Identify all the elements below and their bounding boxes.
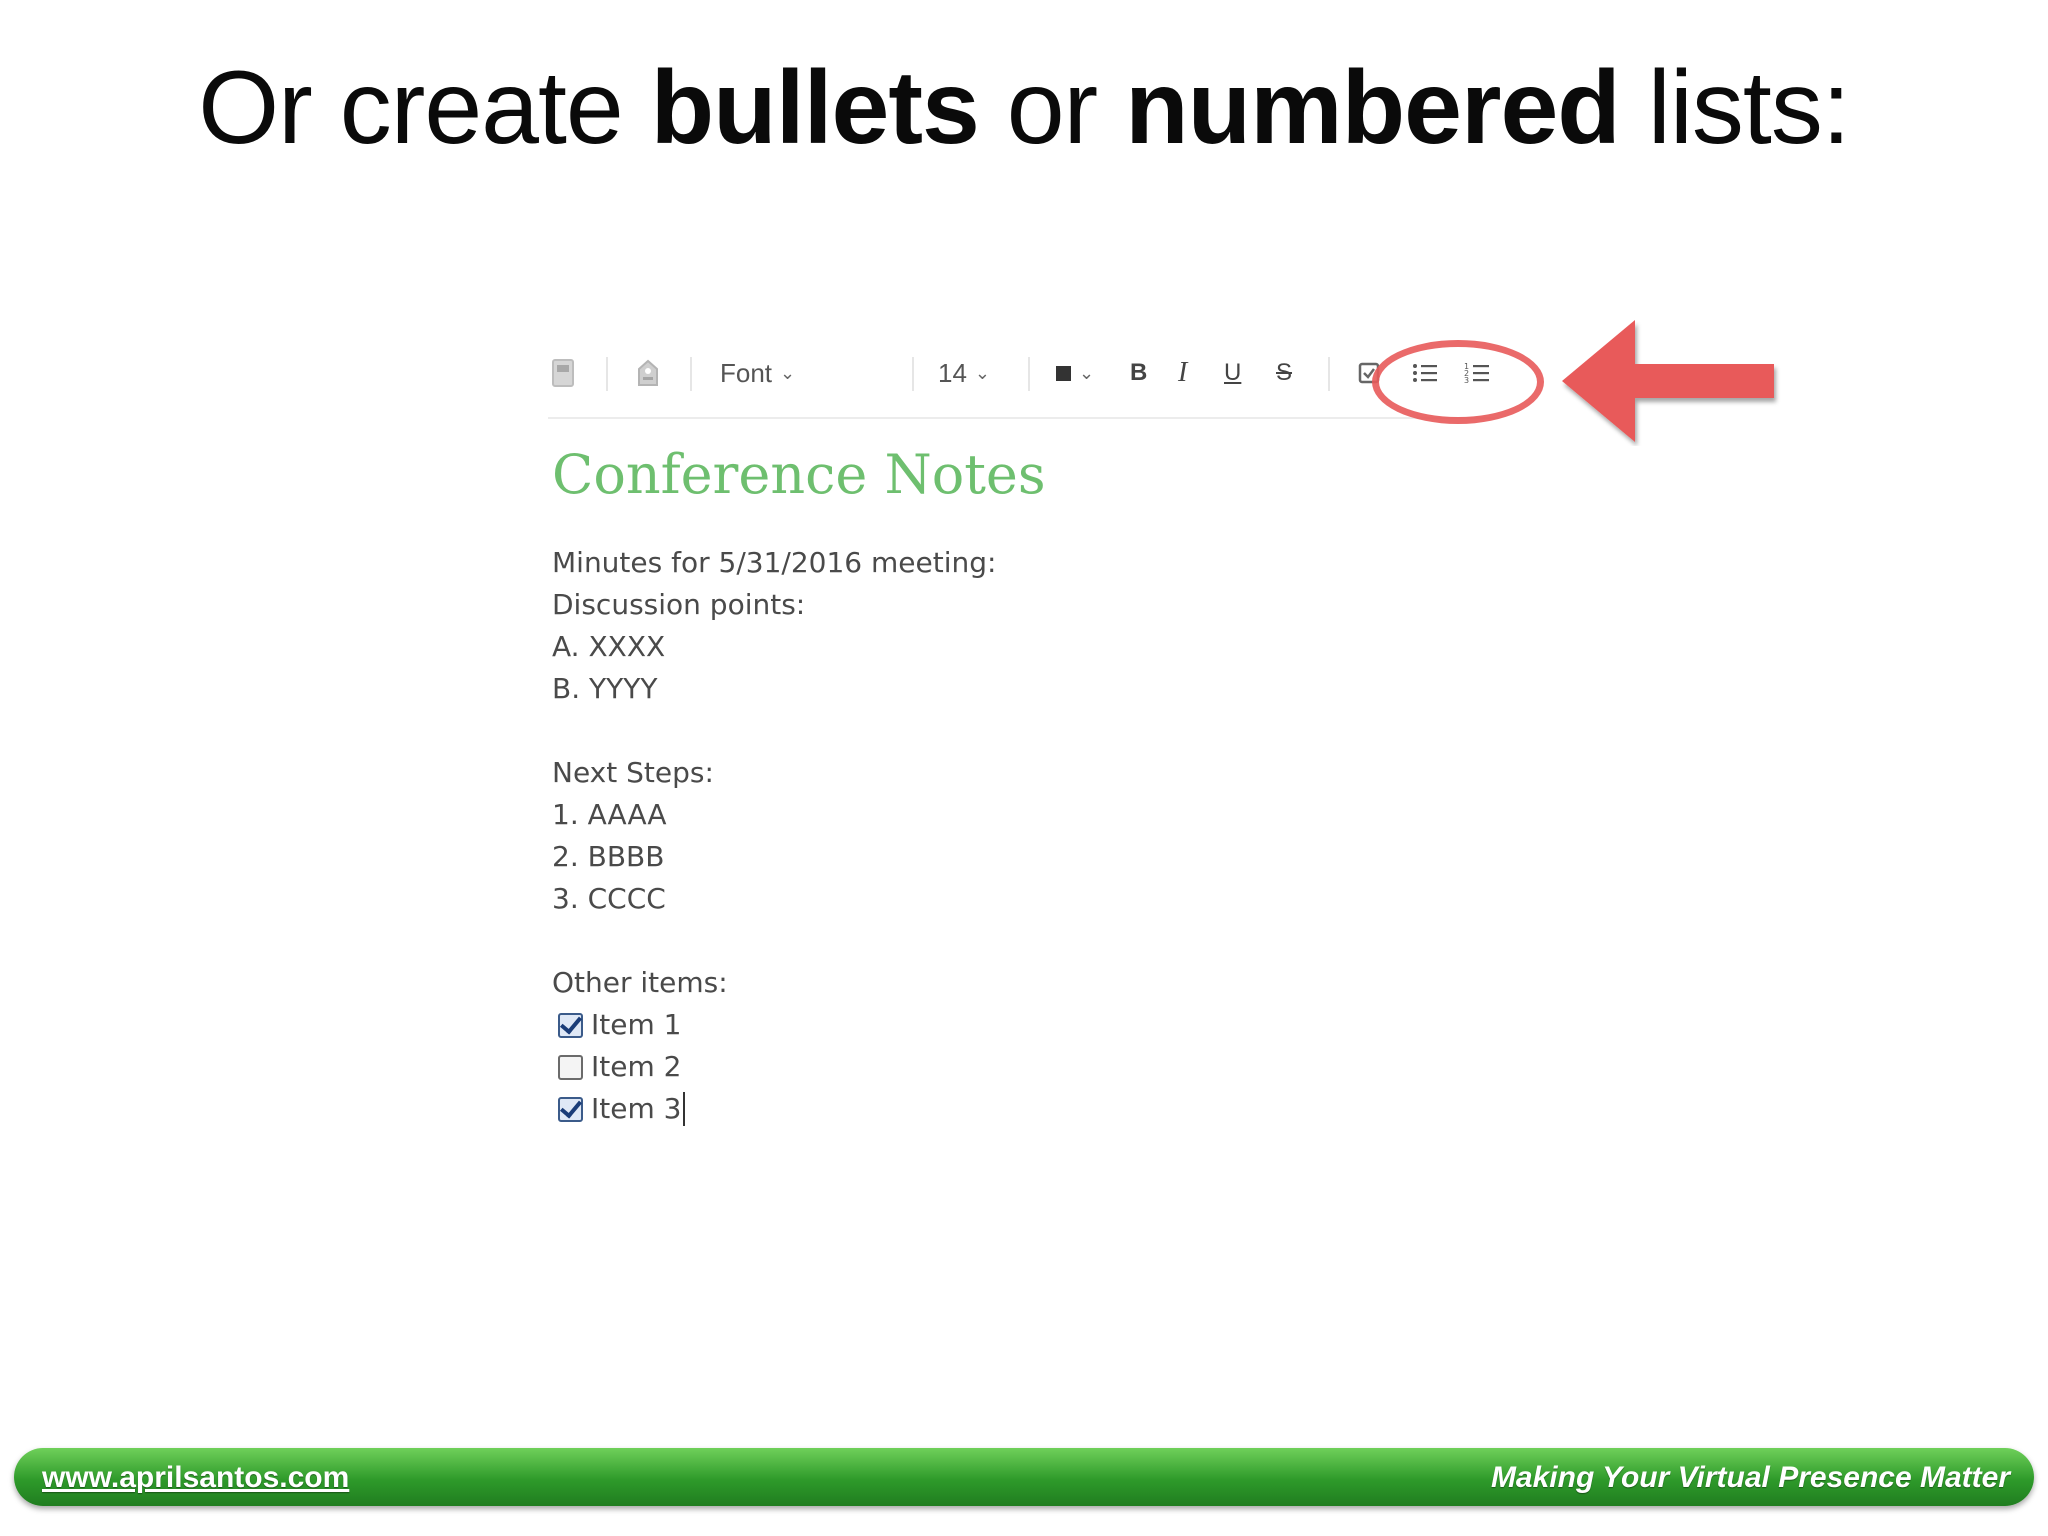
checkbox-1[interactable]	[558, 1012, 583, 1038]
website-link[interactable]: www.aprilsantos.com	[42, 1461, 349, 1495]
note-title[interactable]: Conference Notes	[552, 443, 1046, 506]
italic-label: I	[1178, 357, 1188, 388]
note-line: Next Steps:	[552, 756, 714, 789]
footer-tagline: Making Your Virtual Presence Matter	[1490, 1461, 2010, 1494]
editor-toolbar: Font ⌄ 14 ⌄ ⌄ B I U S 1 2 3	[548, 335, 1498, 419]
note-line: Minutes for 5/31/2016 meeting:	[552, 546, 997, 579]
note-body[interactable]: Minutes for 5/31/2016 meeting: Discussio…	[552, 542, 996, 1130]
slide-title: Or create bullets or numbered lists:	[0, 48, 2048, 168]
note-icon[interactable]	[552, 353, 574, 393]
checkbox-2[interactable]	[558, 1054, 583, 1080]
checklist-label: Item 1	[591, 1008, 682, 1041]
title-bold-numbered: numbered	[1125, 50, 1621, 166]
chevron-down-icon: ⌄	[1079, 362, 1095, 383]
italic-button[interactable]: I	[1178, 353, 1187, 393]
chevron-down-icon: ⌄	[780, 362, 796, 383]
toolbar-divider	[1028, 357, 1030, 391]
font-label: Font	[720, 357, 773, 388]
checklist-item: Item 2	[552, 1046, 996, 1088]
title-bold-bullets: bullets	[650, 50, 980, 166]
font-size-dropdown[interactable]: 14 ⌄	[938, 353, 990, 393]
note-line: 2. BBBB	[552, 840, 665, 873]
bold-label: B	[1130, 359, 1148, 386]
editor-screenshot: Font ⌄ 14 ⌄ ⌄ B I U S 1 2 3 Conference N…	[548, 335, 1778, 1455]
note-line: 3. CCCC	[552, 882, 666, 915]
highlight-circle	[1372, 340, 1544, 424]
footer-bar: www.aprilsantos.com Making Your Virtual …	[14, 1448, 2034, 1506]
strikethrough-label: S	[1276, 359, 1293, 386]
note-line: Other items:	[552, 966, 728, 999]
note-line: A. XXXX	[552, 630, 666, 663]
title-part-5: lists:	[1619, 50, 1851, 166]
checklist-label: Item 3	[591, 1092, 682, 1125]
chevron-down-icon: ⌄	[974, 362, 991, 383]
checklist-item: Item 1	[552, 1004, 996, 1046]
bold-button[interactable]: B	[1130, 353, 1147, 393]
text-color-dropdown[interactable]: ⌄	[1056, 353, 1094, 393]
font-size-label: 14	[938, 357, 967, 388]
title-part-1: Or create	[198, 50, 651, 166]
checkbox-3[interactable]	[558, 1096, 583, 1122]
note-line: 1. AAAA	[552, 798, 667, 831]
tag-icon[interactable]	[636, 353, 660, 393]
underline-label: U	[1224, 359, 1242, 386]
strikethrough-button[interactable]: S	[1276, 353, 1292, 393]
toolbar-divider	[1328, 357, 1330, 391]
note-line: B. YYYY	[552, 672, 658, 705]
checklist-item: Item 3	[552, 1088, 996, 1130]
color-swatch-icon	[1056, 365, 1071, 381]
font-dropdown[interactable]: Font ⌄	[720, 353, 795, 393]
checklist-label: Item 2	[591, 1050, 682, 1083]
pointer-arrow-icon	[1562, 320, 1774, 442]
toolbar-divider	[606, 357, 608, 391]
toolbar-divider	[912, 357, 914, 391]
note-line: Discussion points:	[552, 588, 806, 621]
text-cursor	[683, 1092, 686, 1126]
title-part-3: or	[978, 50, 1126, 166]
underline-button[interactable]: U	[1224, 353, 1241, 393]
toolbar-divider	[690, 357, 692, 391]
